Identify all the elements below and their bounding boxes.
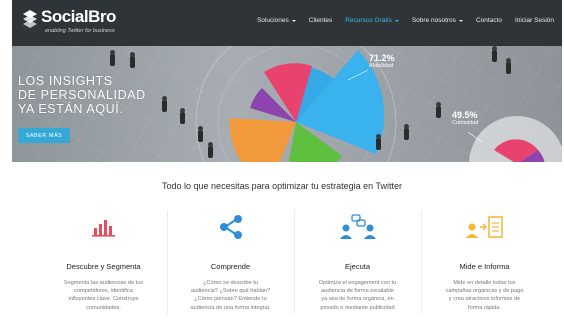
feature-desc-line: influyentes clave. Construye — [68, 296, 139, 303]
chevron-down-icon — [291, 19, 296, 22]
hero-line: YA ESTÁN AQUÍ. — [18, 102, 124, 116]
saber-mas-button[interactable]: SABER MÁS — [18, 128, 70, 143]
feature-desc-line: competidores, identifica — [74, 288, 133, 295]
brand-logo[interactable]: SocialBro enabling Twitter for business — [22, 7, 116, 34]
feature-icon-wrap — [40, 210, 167, 244]
feature-description: ¿Cómo se describe tu audiencia? ¿Sobre q… — [167, 279, 294, 312]
feature-desc-line: Segmenta las audiencias de tus — [63, 280, 144, 286]
menu-item-recursos-gratis[interactable]: Recursos Gratis — [345, 17, 399, 24]
feature-desc-line: audiencia de una forma integral. — [190, 304, 271, 311]
feature-title: Comprende — [210, 262, 251, 271]
feature-desc-line: comunidades. — [86, 304, 121, 311]
stat-afabilidad: 71.2% Afabilidad — [369, 53, 395, 69]
person-silhouette — [436, 102, 441, 118]
pie-slice-orange — [229, 118, 296, 162]
menu-label: Iniciar Sesión — [514, 17, 554, 24]
hero-headline: LOS INSIGHTS DE PERSONALIDAD YA ESTÁN AQ… — [18, 74, 146, 116]
feature-icon-wrap — [167, 210, 294, 244]
feature-desc-line: ¿Cómo piensan? Entiende tu — [194, 296, 267, 303]
feature-desc-line: forma rápida. — [468, 304, 501, 311]
person-silhouette — [162, 96, 167, 112]
people-chat-icon — [339, 214, 376, 239]
stat-label: Curiosidad — [452, 120, 479, 126]
hero-line: DE PERSONALIDAD — [18, 88, 146, 102]
features-row: Descubre y Segmenta Segmenta las audienc… — [40, 210, 550, 320]
feature-ejecuta: Ejecuta Optimiza el engagement con tu au… — [294, 210, 421, 320]
menu-label: Clientes — [308, 17, 333, 24]
person-silhouette — [492, 46, 497, 62]
feature-desc-line: Mide en detalle todas tus — [453, 280, 516, 286]
person-silhouette — [180, 108, 185, 124]
stat-label: Afabilidad — [369, 63, 394, 69]
person-silhouette — [110, 50, 115, 66]
section-headline: Todo lo que necesitas para optimizar tu … — [162, 181, 402, 191]
feature-desc-line: privado o mediante publicidad — [320, 304, 395, 311]
feature-desc-line: ya sea de forma orgánica, en — [321, 296, 394, 303]
menu-label: Recursos Gratis — [345, 17, 392, 24]
feature-description: Optimiza el engagement con tu audiencia … — [294, 279, 421, 312]
person-silhouette — [376, 134, 381, 150]
report-icon — [465, 216, 503, 238]
share-icon — [219, 215, 242, 239]
feature-icon-wrap — [421, 210, 548, 244]
feature-description: Mide en detalle todas tus campañas orgán… — [421, 279, 548, 312]
menu-item-sobre-nosotros[interactable]: Sobre nosotros — [412, 17, 463, 24]
menu-item-contacto[interactable]: Contacto — [476, 17, 502, 24]
feature-desc-line: y crea atractivos informes de — [448, 296, 521, 303]
main-menu: Soluciones Clientes Recursos Gratis Sobr… — [257, 17, 554, 24]
stat-curiosidad: 49.5% Curiosidad — [452, 110, 478, 126]
feature-desc-line: audiencia de forma escalable — [321, 288, 394, 295]
person-silhouette — [208, 142, 213, 158]
menu-item-iniciar-sesion[interactable]: Iniciar Sesión — [515, 17, 554, 24]
feature-desc-line: ¿Cómo se describe tu — [203, 280, 258, 286]
menu-label: Sobre nosotros — [411, 17, 456, 24]
menu-label: Contacto — [475, 17, 502, 24]
brand-tagline: enabling Twitter for business — [45, 28, 115, 34]
person-silhouette — [404, 124, 409, 140]
feature-title: Ejecuta — [344, 262, 371, 271]
person-silhouette — [198, 126, 203, 142]
feature-descubre: Descubre y Segmenta Segmenta las audienc… — [40, 210, 167, 320]
person-silhouette — [130, 52, 135, 68]
feature-desc-line: campañas orgánicas y de pago — [445, 288, 524, 295]
bar-chart-icon — [91, 220, 115, 237]
hero-banner: LOS INSIGHTS DE PERSONALIDAD YA ESTÁN AQ… — [12, 46, 562, 162]
brand-name: SocialBro — [41, 7, 116, 26]
stat-value: 71.2% — [369, 53, 395, 63]
menu-label: Soluciones — [256, 17, 289, 24]
chevron-down-icon — [394, 19, 399, 22]
feature-desc-line: audiencia? ¿Sobre qué hablan? — [190, 288, 271, 295]
stat-value: 49.5% — [452, 110, 478, 120]
menu-item-clientes[interactable]: Clientes — [309, 17, 332, 24]
feature-comprende: Comprende ¿Cómo se describe tu audiencia… — [167, 210, 294, 320]
logo-icon — [23, 10, 37, 28]
feature-desc-line: Optimiza el engagement con tu — [318, 280, 397, 286]
feature-description: Segmenta las audiencias de tus competido… — [40, 279, 167, 312]
feature-mide: Mide e Informa Mide en detalle todas tus… — [421, 210, 548, 320]
chevron-down-icon — [458, 19, 463, 22]
hero-line: LOS INSIGHTS — [18, 74, 113, 88]
person-silhouette — [506, 58, 511, 74]
top-nav: SocialBro enabling Twitter for business … — [12, 0, 562, 46]
menu-item-soluciones[interactable]: Soluciones — [257, 17, 296, 24]
feature-title: Mide e Informa — [459, 262, 510, 271]
feature-title: Descubre y Segmenta — [66, 262, 141, 271]
feature-icon-wrap — [294, 210, 421, 244]
